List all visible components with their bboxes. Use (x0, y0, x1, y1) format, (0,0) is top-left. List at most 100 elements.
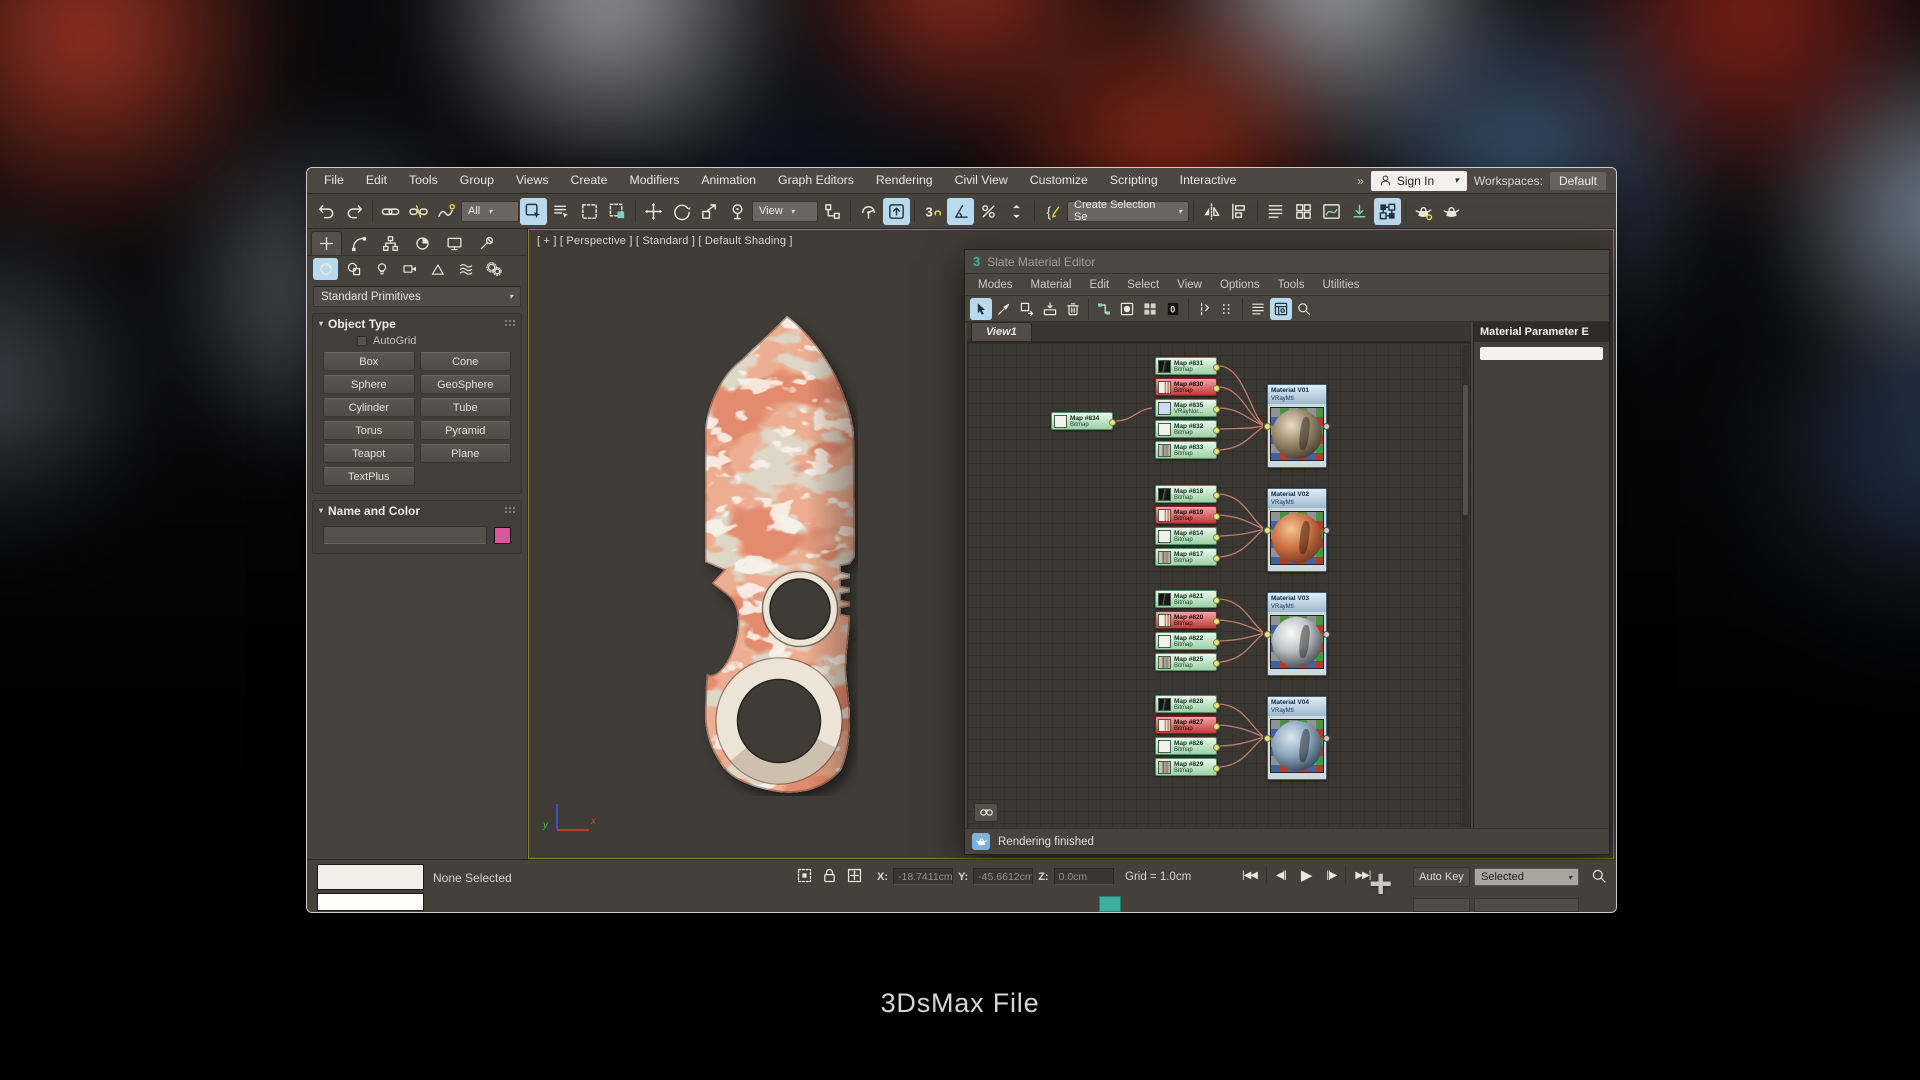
node-graph-view[interactable]: Map #834 Bitmap Map #831 Bitmap Map #830 Bi… (967, 342, 1471, 830)
sphere-button[interactable]: Sphere (323, 375, 415, 394)
output-socket[interactable] (1213, 638, 1220, 646)
sme-menu-options[interactable]: Options (1211, 279, 1269, 291)
primitive-category-dropdown[interactable]: Standard Primitives ▾ (313, 286, 521, 307)
go-to-start-button[interactable]: |◀◀ (1237, 867, 1262, 884)
tab-modify[interactable] (343, 231, 374, 255)
output-socket[interactable] (1323, 423, 1330, 430)
sme-menu-view[interactable]: View (1168, 279, 1211, 291)
output-socket[interactable] (1213, 363, 1220, 371)
material-parameter-header[interactable]: Material Parameter E (1474, 322, 1609, 342)
category-shapes-icon[interactable] (341, 258, 366, 280)
material-node[interactable]: Material V01 VRayMtl (1264, 384, 1330, 468)
menu-animation[interactable]: Animation (690, 168, 767, 193)
select-and-rotate-icon[interactable] (668, 198, 695, 225)
select-and-scale-icon[interactable] (696, 198, 723, 225)
window-crossing-icon[interactable] (604, 198, 631, 225)
show-shaded-material-icon[interactable] (1116, 298, 1138, 320)
output-socket[interactable] (1213, 554, 1220, 562)
map-node[interactable]: Map #833 Bitmap (1155, 441, 1220, 459)
output-socket[interactable] (1213, 722, 1220, 730)
tab-display[interactable] (439, 231, 470, 255)
sme-menu-utilities[interactable]: Utilities (1313, 279, 1368, 291)
angle-snap-toggle-icon[interactable] (947, 197, 974, 225)
select-and-link-icon[interactable] (377, 198, 404, 225)
snaps-toggle-3d-icon[interactable] (919, 198, 946, 225)
sme-menu-edit[interactable]: Edit (1080, 279, 1118, 291)
move-children-icon[interactable] (1093, 298, 1115, 320)
category-systems-icon[interactable] (481, 258, 506, 280)
percent-snap-toggle-icon[interactable] (975, 198, 1002, 225)
undo-icon[interactable] (313, 198, 340, 225)
keyboard-shortcut-override-icon[interactable] (883, 197, 910, 225)
map-node[interactable]: Map #818 Bitmap (1155, 485, 1220, 503)
toolbar-overflow-chevron[interactable]: » (1357, 174, 1364, 188)
material-map-navigator-icon[interactable] (1270, 297, 1292, 320)
zoom-region-icon[interactable] (1293, 298, 1315, 320)
sme-menu-modes[interactable]: Modes (969, 279, 1022, 291)
reference-coordinate-system-dropdown[interactable]: View ▾ (752, 200, 818, 222)
selection-lock-icon[interactable] (821, 867, 838, 884)
map-node[interactable]: Map #832 Bitmap (1155, 420, 1220, 438)
search-button[interactable] (1591, 868, 1607, 887)
add-time-tag-plus-icon[interactable]: + (1369, 862, 1392, 906)
map-node[interactable]: Map #831 Bitmap (1155, 357, 1220, 375)
map-node-selected[interactable]: Map #819 Bitmap (1155, 506, 1220, 524)
geosphere-button[interactable]: GeoSphere (419, 375, 511, 394)
toggle-layer-explorer-icon[interactable] (1290, 198, 1317, 225)
menu-graph-editors[interactable]: Graph Editors (767, 168, 865, 193)
key-filter-dropdown[interactable]: Selected ▾ (1474, 868, 1579, 886)
select-by-name-icon[interactable] (548, 198, 575, 225)
bind-to-space-warp-icon[interactable] (433, 198, 460, 225)
tab-motion[interactable] (407, 231, 438, 255)
y-coordinate-field[interactable]: -45.6612cm (973, 868, 1034, 885)
redo-icon[interactable] (341, 198, 368, 225)
select-object-icon[interactable] (520, 197, 547, 225)
sme-menu-tools[interactable]: Tools (1269, 279, 1314, 291)
cut-off-button[interactable] (1413, 898, 1470, 912)
map-node[interactable]: Map #835 VRayNor... (1155, 399, 1220, 417)
input-socket[interactable] (1264, 423, 1271, 430)
menu-group[interactable]: Group (449, 168, 505, 193)
output-socket[interactable] (1213, 533, 1220, 541)
map-node[interactable]: Map #829 Bitmap (1155, 758, 1220, 776)
input-socket[interactable] (1264, 735, 1271, 742)
output-socket[interactable] (1213, 743, 1220, 751)
named-selection-sets-dropdown[interactable]: Create Selection Se ▾ (1067, 199, 1189, 223)
select-and-move-icon[interactable] (640, 198, 667, 225)
previous-frame-button[interactable]: ◀|| (1271, 867, 1291, 884)
map-node[interactable]: Map #814 Bitmap (1155, 527, 1220, 545)
cylinder-button[interactable]: Cylinder (323, 398, 415, 417)
cut-off-dropdown[interactable] (1474, 898, 1579, 912)
menu-rendering[interactable]: Rendering (865, 168, 944, 193)
output-socket[interactable] (1323, 735, 1330, 742)
knife-model[interactable] (700, 314, 858, 796)
show-background-icon[interactable] (1139, 298, 1161, 320)
slate-material-editor-icon[interactable] (1374, 197, 1401, 225)
output-socket[interactable] (1213, 764, 1220, 772)
menu-civil-view[interactable]: Civil View (944, 168, 1019, 193)
menu-views[interactable]: Views (505, 168, 560, 193)
map-node-selected[interactable]: Map #820 Bitmap (1155, 611, 1220, 629)
menu-edit[interactable]: Edit (355, 168, 398, 193)
output-socket[interactable] (1213, 659, 1220, 667)
maxscript-listener-line2[interactable] (317, 893, 424, 911)
category-helpers-icon[interactable] (425, 258, 450, 280)
pan-zoom-tool-button[interactable] (974, 803, 998, 822)
output-socket[interactable] (1323, 631, 1330, 638)
output-socket[interactable] (1213, 596, 1220, 604)
workspace-dropdown[interactable]: Default (1549, 171, 1606, 190)
delete-selected-icon[interactable] (1062, 298, 1084, 320)
sme-title-bar[interactable]: 3 Slate Material Editor (965, 250, 1609, 274)
map-node[interactable]: Map #828 Bitmap (1155, 695, 1220, 713)
map-node-selected[interactable]: Map #827 Bitmap (1155, 716, 1220, 734)
material-node[interactable]: Material V02 VRayMtl (1264, 488, 1330, 572)
menu-customize[interactable]: Customize (1019, 168, 1099, 193)
set-key-button-partial[interactable] (1099, 896, 1121, 912)
teapot-button[interactable]: Teapot (323, 444, 415, 463)
sme-menu-select[interactable]: Select (1118, 279, 1168, 291)
z-coordinate-field[interactable]: 0.0cm (1053, 868, 1114, 885)
output-socket[interactable] (1213, 405, 1220, 413)
tab-utilities[interactable] (471, 231, 502, 255)
next-frame-button[interactable]: ||▶ (1321, 867, 1341, 884)
map-node[interactable]: Map #817 Bitmap (1155, 548, 1220, 566)
